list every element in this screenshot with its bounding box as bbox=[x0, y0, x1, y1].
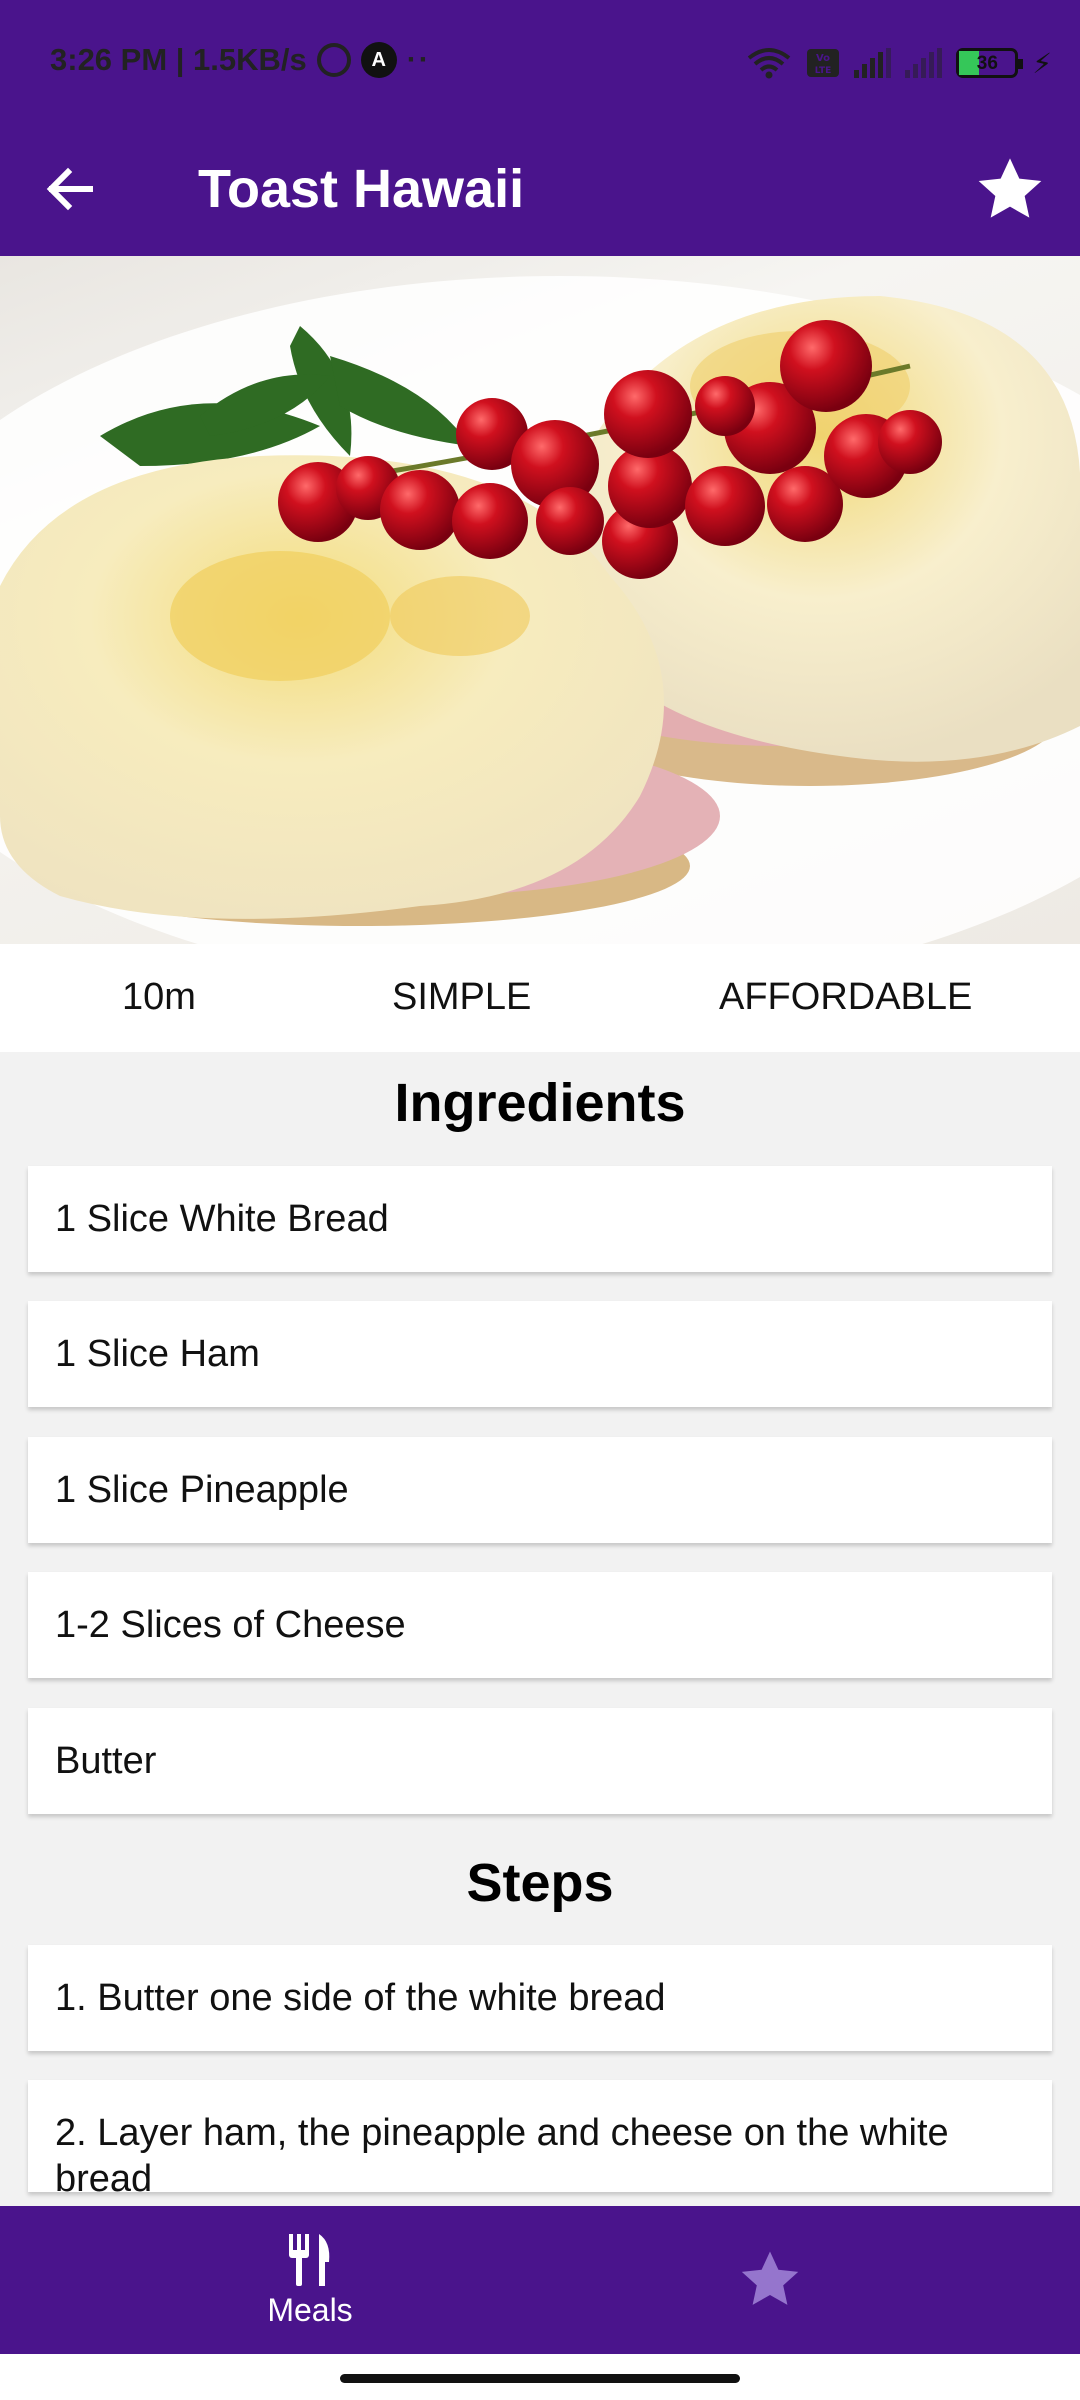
volte-icon: Vo LTE bbox=[807, 49, 840, 77]
home-gesture-bar[interactable] bbox=[340, 2374, 740, 2383]
ingredient-label: 1 Slice White Bread bbox=[55, 1197, 389, 1240]
star-icon bbox=[978, 158, 1042, 218]
step-label: 2. Layer ham, the pineapple and cheese o… bbox=[55, 2112, 949, 2192]
steps-title: Steps bbox=[466, 1853, 614, 1913]
ingredient-label: Butter bbox=[55, 1739, 157, 1782]
battery-icon: 36 bbox=[956, 48, 1024, 78]
alarm-icon bbox=[316, 43, 351, 77]
app-bar: Toast Hawaii bbox=[0, 128, 1080, 256]
ingredient-item: 1 Slice Pineapple bbox=[28, 1437, 1052, 1543]
status-left: 3:26 PM | 1.5KB/s A ·· bbox=[50, 42, 431, 78]
nav-tab-favorites[interactable] bbox=[660, 2206, 880, 2354]
back-button[interactable] bbox=[36, 154, 106, 224]
step-item: 1. Butter one side of the white bread bbox=[28, 1945, 1052, 2051]
step-item: 2. Layer ham, the pineapple and cheese o… bbox=[28, 2080, 1052, 2192]
ingredient-label: 1 Slice Ham bbox=[55, 1332, 260, 1375]
ingredient-item: 1 Slice White Bread bbox=[28, 1166, 1052, 1272]
favorite-button[interactable] bbox=[970, 150, 1050, 230]
app-notification-icon: A bbox=[360, 42, 397, 78]
more-notifications-icon: ·· bbox=[406, 43, 431, 76]
ingredient-item: 1-2 Slices of Cheese bbox=[28, 1572, 1052, 1678]
meal-affordability: AFFORDABLE bbox=[719, 976, 973, 1018]
ingredients-title: Ingredients bbox=[394, 1073, 686, 1133]
svg-text:Vo: Vo bbox=[816, 53, 830, 64]
status-time-speed: 3:26 PM | 1.5KB/s bbox=[50, 42, 307, 77]
page-title: Toast Hawaii bbox=[198, 159, 525, 219]
restaurant-icon bbox=[289, 2233, 330, 2286]
status-bar: 3:26 PM | 1.5KB/s A ·· Vo LTE 36 ⚡ bbox=[0, 0, 1080, 128]
nav-meals-label: Meals bbox=[267, 2291, 353, 2328]
ingredient-item: Butter bbox=[28, 1708, 1052, 1814]
wifi-icon bbox=[748, 48, 791, 79]
charging-icon: ⚡ bbox=[1032, 47, 1052, 79]
bottom-navigation: Meals bbox=[0, 2206, 1080, 2354]
ingredient-label: 1-2 Slices of Cheese bbox=[55, 1603, 406, 1646]
svg-text:LTE: LTE bbox=[815, 66, 832, 76]
meal-details: 10m SIMPLE AFFORDABLE bbox=[0, 944, 1080, 1052]
arrow-back-icon bbox=[46, 167, 93, 211]
star-icon bbox=[741, 2251, 799, 2305]
nav-tab-meals[interactable]: Meals bbox=[200, 2206, 420, 2354]
battery-level: 36 bbox=[976, 53, 998, 74]
ingredient-item: 1 Slice Ham bbox=[28, 1301, 1052, 1407]
step-label: 1. Butter one side of the white bread bbox=[55, 1976, 666, 2019]
signal-strength-icon bbox=[854, 48, 892, 78]
4g-signal-icon bbox=[905, 48, 943, 78]
system-gesture-area bbox=[0, 2354, 1080, 2400]
meal-image bbox=[0, 256, 1080, 944]
ingredient-label: 1 Slice Pineapple bbox=[55, 1468, 349, 1511]
meal-duration: 10m bbox=[122, 976, 196, 1018]
status-right: Vo LTE 36 ⚡ bbox=[746, 46, 1052, 80]
meal-complexity: SIMPLE bbox=[392, 976, 532, 1018]
